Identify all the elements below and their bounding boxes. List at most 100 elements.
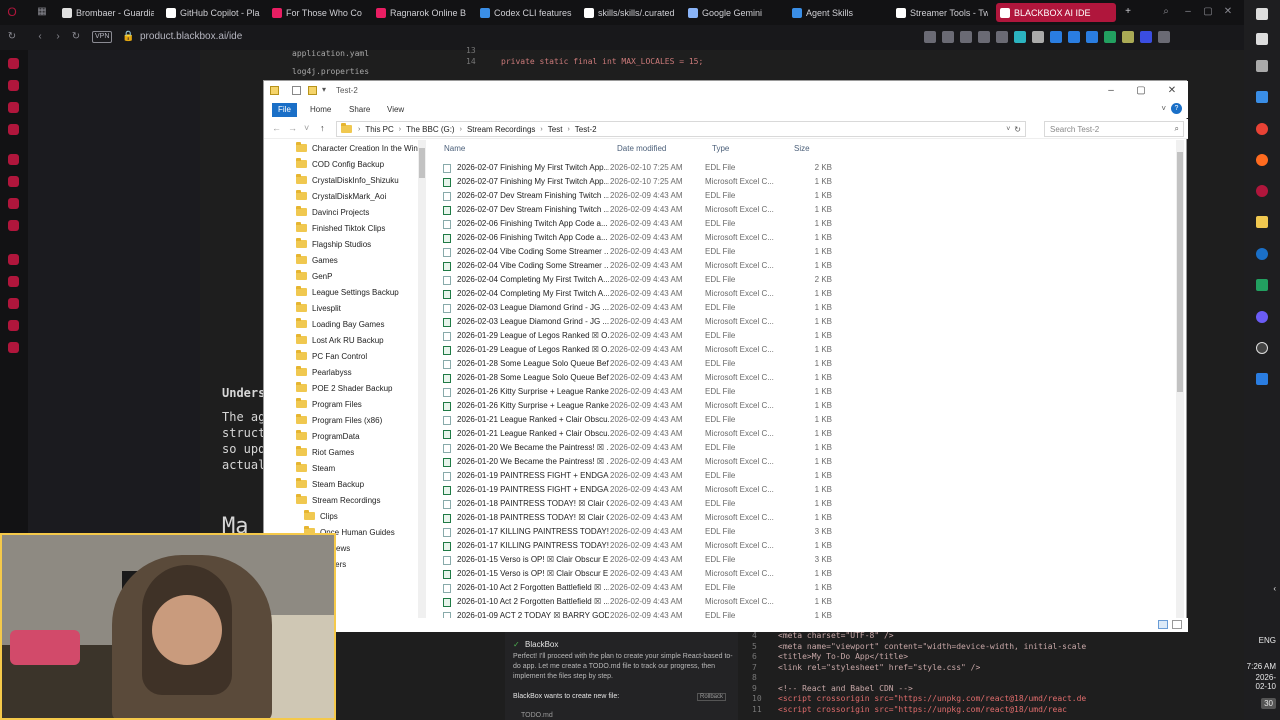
file-row[interactable]: 2026-01-19 PAINTRESS FIGHT + ENDGAM... 20… bbox=[440, 483, 840, 497]
firefox-icon[interactable] bbox=[1256, 154, 1268, 166]
discord-icon[interactable] bbox=[1256, 311, 1268, 323]
opera-icon[interactable] bbox=[1256, 185, 1268, 197]
app-icon[interactable] bbox=[1256, 342, 1268, 354]
large-icons-view-icon[interactable] bbox=[1172, 620, 1182, 629]
file-row[interactable]: 2026-01-21 League Ranked + Clair Obscu..… bbox=[440, 413, 840, 427]
close-icon[interactable]: ✕ bbox=[1222, 6, 1234, 18]
file-row[interactable]: 2026-02-04 Completing My First Twitch A.… bbox=[440, 287, 840, 301]
address-dropdown-icon[interactable]: ˅ bbox=[1006, 126, 1014, 133]
language-indicator[interactable]: ENG bbox=[1259, 636, 1276, 645]
file-row[interactable]: 2026-01-09 ACT 2 TODAY ☒ BARRY GOD... 202… bbox=[440, 609, 840, 618]
back-icon[interactable]: ← bbox=[272, 123, 281, 133]
tray-chevron-icon[interactable]: ‹ bbox=[1273, 584, 1276, 593]
browser-tab[interactable]: Agent Skills bbox=[788, 3, 884, 22]
nav-folder-item[interactable]: CrystalDiskMark_Aoi bbox=[296, 189, 386, 203]
nav-folder-item[interactable]: Flagship Studios bbox=[296, 237, 371, 251]
file-list-scrollbar-thumb[interactable] bbox=[1177, 152, 1183, 392]
nav-folder-item[interactable]: Steam Backup bbox=[296, 477, 364, 491]
file-row[interactable]: 2026-01-26 Kitty Surprise + League Ranke… bbox=[440, 399, 840, 413]
column-header-date[interactable]: Date modified bbox=[617, 144, 666, 153]
nav-folder-item[interactable]: Program Files bbox=[296, 397, 362, 411]
browser-tab[interactable]: Ragnarok Online B bbox=[372, 3, 468, 22]
file-row[interactable]: 2026-01-26 Kitty Surprise + League Ranke… bbox=[440, 385, 840, 399]
browser-tab[interactable]: For Those Who Co bbox=[268, 3, 364, 22]
minimize-icon[interactable]: – bbox=[1182, 6, 1194, 18]
nav-folder-item[interactable]: Steam bbox=[296, 461, 335, 475]
nav-folder-item[interactable]: GenP bbox=[296, 269, 332, 283]
extension-icon[interactable] bbox=[1068, 31, 1080, 43]
maximize-icon[interactable]: ▢ bbox=[1134, 85, 1148, 96]
sidebar-app-icon[interactable] bbox=[8, 124, 19, 135]
ribbon-expand-icon[interactable]: ˅ bbox=[1161, 104, 1166, 113]
app-icon[interactable] bbox=[1256, 373, 1268, 385]
tab-menu-icon[interactable]: ▦ bbox=[36, 6, 48, 18]
task-view-icon[interactable] bbox=[1256, 60, 1268, 72]
column-header-name[interactable]: Name bbox=[444, 144, 465, 153]
clock-date[interactable]: 2026-02-10 bbox=[1244, 673, 1276, 691]
ide-file-tree-item[interactable]: application.yaml bbox=[292, 49, 369, 58]
sidebar-app-icon[interactable] bbox=[8, 320, 19, 331]
extension-icon[interactable] bbox=[1086, 31, 1098, 43]
sidebar-app-icon[interactable] bbox=[8, 154, 19, 165]
breadcrumb-item[interactable]: Test bbox=[545, 125, 566, 134]
file-row[interactable]: 2026-01-15 Verso is OP! ☒ Clair Obscur E… bbox=[440, 553, 840, 567]
nav-folder-item[interactable]: Davinci Projects bbox=[296, 205, 369, 219]
file-row[interactable]: 2026-01-18 PAINTRESS TODAY! ☒ Clair O...… bbox=[440, 511, 840, 525]
file-row[interactable]: 2026-02-06 Finishing Twitch App Code a..… bbox=[440, 231, 840, 245]
extension-icon[interactable] bbox=[1104, 31, 1116, 43]
file-row[interactable]: 2026-02-03 League Diamond Grind - JG ...… bbox=[440, 301, 840, 315]
new-file-name[interactable]: TODO.md bbox=[521, 712, 553, 719]
nav-folder-item[interactable]: Riot Games bbox=[296, 445, 354, 459]
nav-scrollbar-thumb[interactable] bbox=[419, 148, 425, 178]
search-icon[interactable] bbox=[1256, 33, 1268, 45]
file-row[interactable]: 2026-02-04 Vibe Coding Some Streamer ...… bbox=[440, 245, 840, 259]
vpn-badge[interactable]: VPN bbox=[92, 31, 113, 43]
nav-folder-item[interactable]: CrystalDiskInfo_Shizuku bbox=[296, 173, 399, 187]
file-row[interactable]: 2026-01-21 League Ranked + Clair Obscu..… bbox=[440, 427, 840, 441]
back-icon[interactable]: ‹ bbox=[34, 31, 46, 43]
file-row[interactable]: 2026-01-20 We Became the Paintress! ☒ ..… bbox=[440, 455, 840, 469]
settings-icon[interactable] bbox=[8, 342, 19, 353]
clock-time[interactable]: 7:26 AM bbox=[1247, 662, 1276, 671]
new-tab-icon[interactable]: + bbox=[1122, 6, 1134, 18]
sidebar-app-icon[interactable] bbox=[8, 80, 19, 91]
extension-icon[interactable] bbox=[1014, 31, 1026, 43]
breadcrumb-item[interactable]: Stream Recordings bbox=[464, 125, 538, 134]
file-row[interactable]: 2026-01-28 Some League Solo Queue Bef...… bbox=[440, 357, 840, 371]
file-row[interactable]: 2026-02-07 Dev Stream Finishing Twitch .… bbox=[440, 189, 840, 203]
column-header-type[interactable]: Type bbox=[712, 144, 729, 153]
browser-tab[interactable]: Codex CLI features bbox=[476, 3, 572, 22]
minimize-icon[interactable]: – bbox=[1104, 85, 1118, 96]
nav-folder-item[interactable]: Livesplit bbox=[296, 301, 341, 315]
file-row[interactable]: 2026-02-07 Dev Stream Finishing Twitch .… bbox=[440, 203, 840, 217]
app-icon[interactable] bbox=[1256, 248, 1268, 260]
file-row[interactable]: 2026-01-19 PAINTRESS FIGHT + ENDGAM... 20… bbox=[440, 469, 840, 483]
close-icon[interactable]: ✕ bbox=[1165, 85, 1179, 96]
forward-icon[interactable]: › bbox=[52, 31, 64, 43]
extension-icon[interactable] bbox=[1122, 31, 1134, 43]
file-row[interactable]: 2026-02-03 League Diamond Grind - JG ...… bbox=[440, 315, 840, 329]
file-row[interactable]: 2026-01-29 League of Legos Ranked ☒ O...… bbox=[440, 329, 840, 343]
rollback-button[interactable]: Rollback bbox=[697, 693, 727, 701]
opera-logo-icon[interactable]: O bbox=[6, 6, 18, 18]
tab-home[interactable]: Home bbox=[304, 103, 337, 117]
extension-icon[interactable] bbox=[942, 31, 954, 43]
file-row[interactable]: 2026-01-18 PAINTRESS TODAY! ☒ Clair O...… bbox=[440, 497, 840, 511]
breadcrumb-item[interactable]: This PC bbox=[362, 125, 396, 134]
browser-tab[interactable]: Google Gemini bbox=[684, 3, 780, 22]
browser-tab[interactable]: skills/skills/.curated bbox=[580, 3, 676, 22]
file-row[interactable]: 2026-02-04 Vibe Coding Some Streamer ...… bbox=[440, 259, 840, 273]
quick-access-dropdown-icon[interactable]: ▾ bbox=[322, 85, 326, 94]
column-header-size[interactable]: Size bbox=[794, 144, 810, 153]
nav-folder-item[interactable]: PC Fan Control bbox=[296, 349, 367, 363]
nav-folder-item[interactable]: Loading Bay Games bbox=[296, 317, 385, 331]
file-row[interactable]: 2026-02-04 Completing My First Twitch A.… bbox=[440, 273, 840, 287]
help-icon[interactable]: ? bbox=[1171, 103, 1182, 114]
extension-icon[interactable] bbox=[1050, 31, 1062, 43]
forward-icon[interactable]: → bbox=[288, 123, 297, 133]
app-icon[interactable] bbox=[1256, 91, 1268, 103]
file-row[interactable]: 2026-01-28 Some League Solo Queue Bef...… bbox=[440, 371, 840, 385]
sidebar-app-icon[interactable] bbox=[8, 176, 19, 187]
nav-folder-item[interactable]: Pearlabyss bbox=[296, 365, 352, 379]
file-row[interactable]: 2026-01-10 Act 2 Forgotten Battlefield ☒… bbox=[440, 581, 840, 595]
